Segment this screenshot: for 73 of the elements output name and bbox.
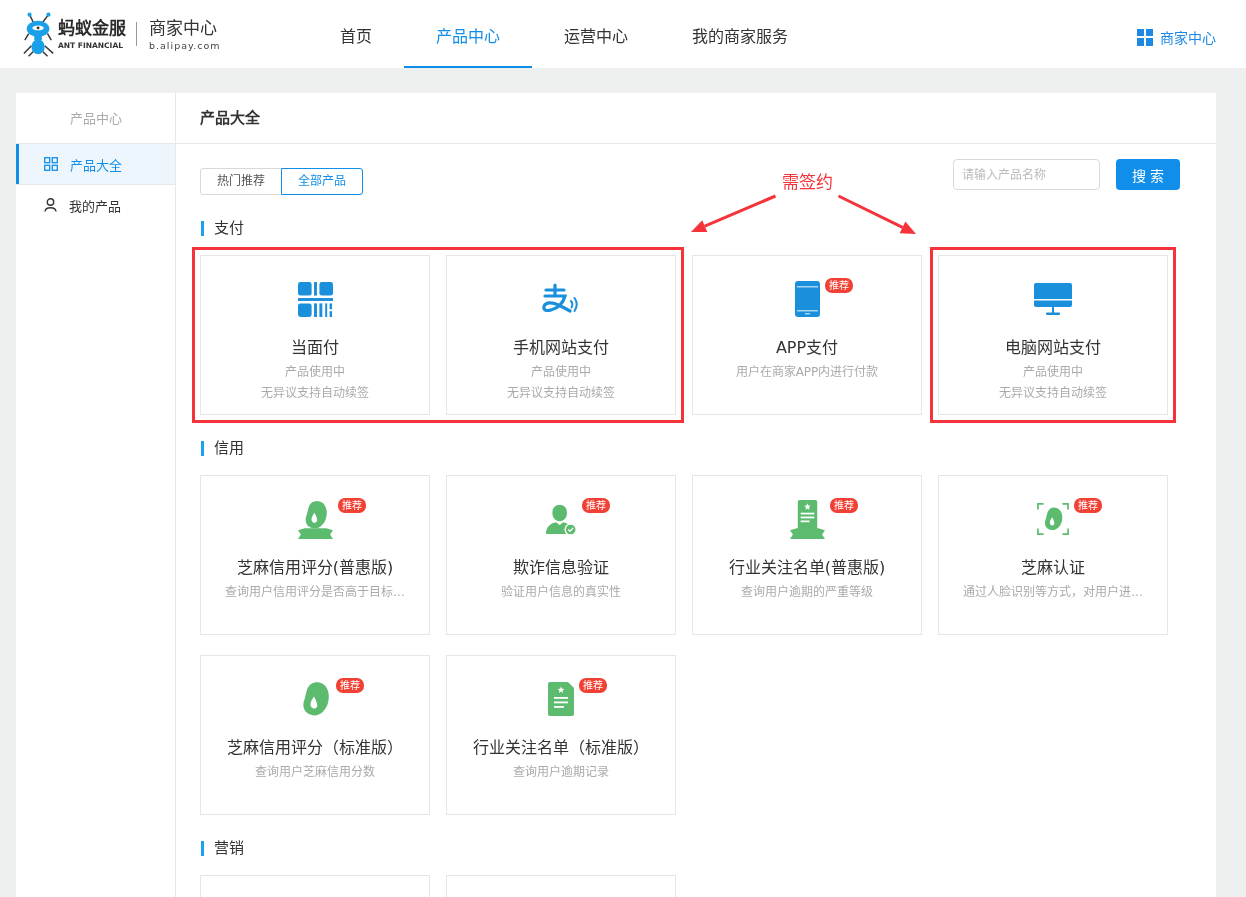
filter-tab[interactable]: 全部产品 (281, 168, 363, 195)
card-title: 手机网站支付 (513, 337, 609, 359)
card-title: 电脑网站支付 (1005, 337, 1101, 359)
card-title: 芝麻信用评分(普惠版) (236, 557, 394, 579)
product-card[interactable]: 推荐 芝麻信用评分（标准版） 查询用户芝麻信用分数 (200, 655, 430, 815)
card-description: 无异议支持自动续签 (999, 385, 1107, 402)
grid-icon (1137, 28, 1153, 46)
section-marker (201, 220, 204, 236)
sidebar-item-label: 我的产品 (69, 197, 121, 215)
nav-tab[interactable]: 我的商家服务 (660, 0, 820, 68)
recommend-badge: 推荐 (1074, 498, 1102, 513)
recommend-badge: 推荐 (824, 278, 853, 293)
product-name: 商家中心 (149, 17, 218, 38)
card-title: APP支付 (775, 337, 839, 359)
user-icon (44, 198, 57, 212)
recommend-badge: 推荐 (337, 498, 366, 513)
card-description: 查询用户信用评分是否高于目标... (225, 584, 405, 601)
payment-symbol-icon (542, 283, 580, 315)
card-description: 查询用户芝麻信用分数 (255, 764, 375, 781)
recommend-badge: 推荐 (335, 678, 364, 693)
card-description: 产品使用中 (531, 364, 591, 381)
product-card[interactable]: 推荐 芝麻信用评分(普惠版) 查询用户信用评分是否高于目标... (200, 475, 430, 635)
grid-icon (44, 157, 58, 171)
section-title: 营销 (214, 839, 244, 857)
card-description: 产品使用中 (285, 364, 345, 381)
product-card[interactable]: 手机网站支付 产品使用中 无异议支持自动续签 (446, 255, 676, 415)
section-marker (201, 840, 204, 856)
card-title: 行业关注名单(普惠版) (728, 557, 886, 579)
card-title: 芝麻信用评分（标准版） (227, 737, 403, 759)
nav-tab[interactable]: 运营中心 (532, 0, 660, 68)
filter-tab[interactable]: 热门推荐 (200, 168, 282, 195)
domain-text: b.alipay.com (149, 39, 221, 51)
card-title: 欺诈信息验证 (513, 557, 609, 579)
card-title: 当面付 (291, 337, 339, 359)
sidebar-title: 产品中心 (69, 111, 122, 126)
card-description: 查询用户逾期记录 (513, 764, 609, 781)
seed-ribbon-icon (297, 499, 333, 539)
recommend-badge: 推荐 (579, 678, 607, 693)
card-title: 行业关注名单（标准版） (473, 737, 649, 759)
card-title: 芝麻认证 (1021, 557, 1085, 579)
page-title: 产品大全 (200, 109, 260, 127)
card-description: 查询用户逾期的严重等级 (741, 584, 873, 601)
product-card[interactable]: 当面付 产品使用中 无异议支持自动续签 (200, 255, 430, 415)
merchant-center-link[interactable]: 商家中心 (1160, 27, 1216, 47)
certificate-ribbon-icon (789, 499, 825, 539)
section-title: 信用 (214, 439, 244, 457)
card-description: 通过人脸识别等方式，对用户进... (963, 584, 1143, 601)
section-marker (201, 440, 204, 456)
card-description: 用户在商家APP内进行付款 (735, 364, 879, 381)
nav-tab[interactable]: 首页 (308, 0, 404, 68)
phone-icon (794, 281, 820, 317)
section-title: 支付 (214, 219, 244, 237)
user-check-icon (545, 502, 577, 536)
card-description: 产品使用中 (1023, 364, 1083, 381)
product-card[interactable]: 电脑网站支付 产品使用中 无异议支持自动续签 (938, 255, 1168, 415)
sidebar-item-label: 产品大全 (70, 156, 122, 174)
card-description: 无异议支持自动续签 (507, 385, 615, 402)
recommend-badge: 推荐 (829, 498, 858, 513)
product-card[interactable]: 推荐 芝麻认证 通过人脸识别等方式，对用户进... (938, 475, 1168, 635)
card-description: 无异议支持自动续签 (261, 385, 369, 402)
recommend-badge: 推荐 (581, 498, 610, 513)
brand-name: 蚂蚁金服 (58, 18, 126, 38)
seed-scan-icon (1037, 503, 1069, 535)
product-card[interactable]: 推荐 行业关注名单(普惠版) 查询用户逾期的严重等级 (692, 475, 922, 635)
search-field[interactable]: 请输入产品名称 (953, 159, 1100, 190)
qr-code-icon (297, 281, 333, 317)
annotation-label: 需签约 (781, 173, 833, 192)
product-card[interactable]: 推荐 行业关注名单（标准版） 查询用户逾期记录 (446, 655, 676, 815)
card-description: 验证用户信息的真实性 (501, 584, 621, 601)
monitor-icon (1034, 283, 1072, 315)
product-card[interactable]: 推荐 APP支付 用户在商家APP内进行付款 (692, 255, 922, 415)
ant-logo-icon (22, 10, 56, 58)
product-card[interactable]: 推荐 欺诈信息验证 验证用户信息的真实性 (446, 475, 676, 635)
